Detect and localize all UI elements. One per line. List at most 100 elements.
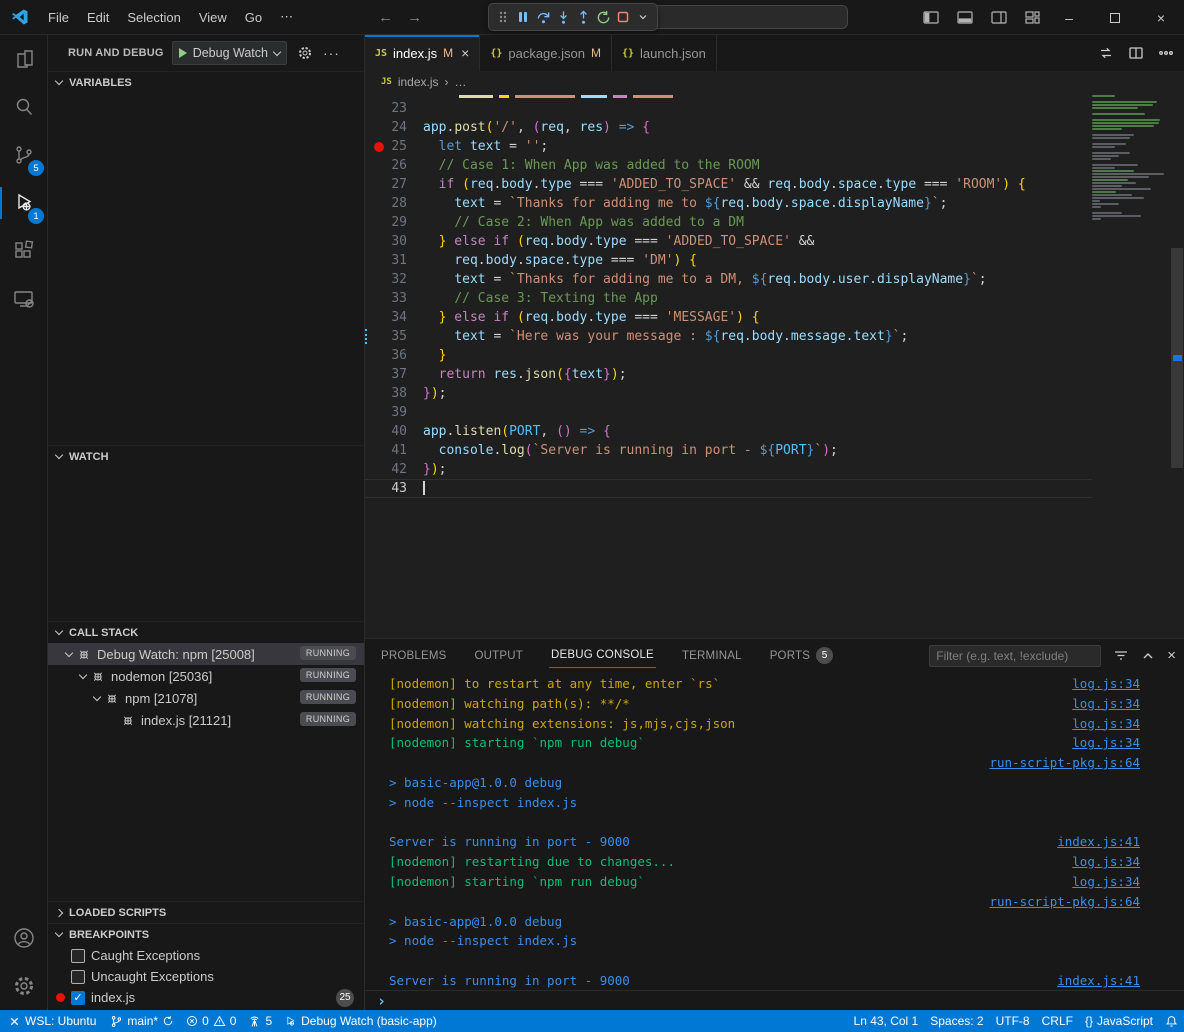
gutter[interactable]: 36	[365, 346, 423, 365]
section-watch[interactable]: WATCH	[48, 445, 364, 467]
panel-tab-ports[interactable]: PORTS5	[768, 641, 835, 670]
debug-status-item[interactable]: Debug Watch (basic-app)	[278, 1010, 443, 1032]
restart-icon[interactable]	[594, 6, 612, 28]
minimize-button[interactable]: –	[1046, 0, 1092, 35]
step-over-icon[interactable]	[534, 6, 552, 28]
problems-item[interactable]: 0 0	[180, 1010, 242, 1032]
maximize-button[interactable]	[1092, 0, 1138, 35]
gutter[interactable]: 37	[365, 365, 423, 384]
gutter[interactable]: 40	[365, 422, 423, 441]
indentation-item[interactable]: Spaces: 2	[924, 1010, 989, 1032]
menu-item-edit[interactable]: Edit	[78, 10, 118, 25]
encoding-item[interactable]: UTF-8	[990, 1010, 1036, 1032]
source-link[interactable]: run-script-pkg.js:64	[989, 753, 1140, 773]
gutter[interactable]: 34	[365, 308, 423, 327]
callstack-row[interactable]: index.js [21121]RUNNING	[48, 709, 364, 731]
accounts-icon[interactable]	[0, 914, 47, 962]
panel-tab-problems[interactable]: PROBLEMS	[379, 644, 449, 668]
gutter[interactable]: 43	[365, 479, 423, 498]
panel-tab-output[interactable]: OUTPUT	[473, 644, 525, 668]
gutter[interactable]: 30	[365, 232, 423, 251]
step-into-icon[interactable]	[554, 6, 572, 28]
customize-layout-icon[interactable]	[1025, 11, 1040, 24]
tab-packagejson[interactable]: {} package.json M	[480, 35, 612, 71]
code-editor[interactable]: 2324app.post('/', (req, res) => {25 let …	[365, 93, 1184, 638]
explorer-icon[interactable]	[0, 35, 47, 83]
minimap[interactable]	[1092, 95, 1168, 221]
collapse-panel-icon[interactable]	[1141, 649, 1155, 663]
stop-icon[interactable]	[614, 6, 632, 28]
breakpoint-row-uncaught[interactable]: Uncaught Exceptions	[48, 966, 364, 987]
open-changes-icon[interactable]	[1098, 45, 1114, 61]
run-and-debug-icon[interactable]: 1	[0, 179, 47, 227]
forward-icon[interactable]: →	[407, 9, 422, 26]
source-link[interactable]: log.js:34	[1072, 694, 1140, 714]
back-icon[interactable]: ←	[378, 9, 393, 26]
gutter[interactable]: 26	[365, 156, 423, 175]
split-editor-icon[interactable]	[1128, 45, 1144, 61]
ports-item[interactable]: 5	[242, 1010, 278, 1032]
remote-indicator[interactable]: WSL: Ubuntu	[0, 1010, 104, 1032]
gutter[interactable]: 32	[365, 270, 423, 289]
extensions-icon[interactable]	[0, 227, 47, 275]
source-control-icon[interactable]: 5	[0, 131, 47, 179]
console-filter-input[interactable]	[929, 645, 1101, 667]
pause-icon[interactable]	[514, 6, 532, 28]
panel-tab-debug-console[interactable]: DEBUG CONSOLE	[549, 643, 656, 668]
breakpoint-row-indexjs[interactable]: ✓ index.js 25	[48, 987, 364, 1008]
views-more-actions-icon[interactable]: ···	[323, 45, 340, 61]
checkbox-indexjs-breakpoint[interactable]: ✓	[71, 991, 85, 1005]
gutter[interactable]: 29	[365, 213, 423, 232]
close-tab-icon[interactable]: ×	[461, 45, 469, 61]
launch-settings-gear-icon[interactable]	[297, 45, 313, 61]
source-link[interactable]: log.js:34	[1072, 733, 1140, 753]
gutter[interactable]: 33	[365, 289, 423, 308]
gutter[interactable]: 42	[365, 460, 423, 479]
breadcrumb[interactable]: JS index.js › …	[365, 71, 1184, 93]
settings-gear-icon[interactable]	[0, 962, 47, 1010]
menu-item-selection[interactable]: Selection	[118, 10, 189, 25]
source-link[interactable]: log.js:34	[1072, 872, 1140, 892]
source-link[interactable]: index.js:41	[1057, 971, 1140, 990]
breadcrumb-symbol[interactable]: …	[455, 75, 467, 89]
menu-item-[interactable]: ⋯	[271, 9, 302, 25]
editor-scrollbar[interactable]	[1170, 93, 1184, 638]
source-link[interactable]: log.js:34	[1072, 714, 1140, 734]
menu-item-go[interactable]: Go	[236, 10, 271, 25]
stop-options-chevron-icon[interactable]	[634, 6, 652, 28]
gutter[interactable]: 39	[365, 403, 423, 422]
section-breakpoints[interactable]: BREAKPOINTS	[48, 923, 364, 945]
section-variables[interactable]: VARIABLES	[48, 71, 364, 93]
more-actions-icon[interactable]	[1158, 45, 1174, 61]
gutter[interactable]: 24	[365, 118, 423, 137]
callstack-row[interactable]: npm [21078]RUNNING	[48, 687, 364, 709]
cursor-position-item[interactable]: Ln 43, Col 1	[848, 1010, 925, 1032]
debug-config-dropdown[interactable]: Debug Watch	[172, 41, 287, 65]
breakpoint-dot[interactable]	[374, 142, 384, 152]
tab-indexjs[interactable]: JS index.js M ×	[365, 35, 480, 71]
toggle-panel-icon[interactable]	[957, 11, 973, 24]
checkbox-caught-exceptions[interactable]	[71, 949, 85, 963]
panel-tab-terminal[interactable]: TERMINAL	[680, 644, 744, 668]
debug-console-output[interactable]: [nodemon] to restart at any time, enter …	[365, 672, 1184, 990]
gutter[interactable]: 23	[365, 99, 423, 118]
remote-explorer-icon[interactable]	[0, 275, 47, 323]
menu-item-view[interactable]: View	[190, 10, 236, 25]
breakpoint-row-caught[interactable]: Caught Exceptions	[48, 945, 364, 966]
gutter[interactable]: 35	[365, 327, 423, 346]
close-button[interactable]: ×	[1138, 0, 1184, 35]
toggle-sidebar-icon[interactable]	[923, 11, 939, 24]
gutter[interactable]: 31	[365, 251, 423, 270]
callstack-row[interactable]: nodemon [25036]RUNNING	[48, 665, 364, 687]
section-call-stack[interactable]: CALL STACK	[48, 621, 364, 643]
start-debugging-icon[interactable]	[179, 48, 187, 58]
callstack-row[interactable]: Debug Watch: npm [25008]RUNNING	[48, 643, 364, 665]
checkbox-uncaught-exceptions[interactable]	[71, 970, 85, 984]
section-loaded-scripts[interactable]: LOADED SCRIPTS	[48, 901, 364, 923]
drag-handle-icon[interactable]	[494, 6, 512, 28]
gutter[interactable]: 28	[365, 194, 423, 213]
notifications-bell-icon[interactable]	[1159, 1010, 1184, 1032]
filter-icon[interactable]	[1113, 648, 1129, 664]
close-panel-icon[interactable]: ×	[1167, 647, 1176, 664]
gutter[interactable]: 27	[365, 175, 423, 194]
